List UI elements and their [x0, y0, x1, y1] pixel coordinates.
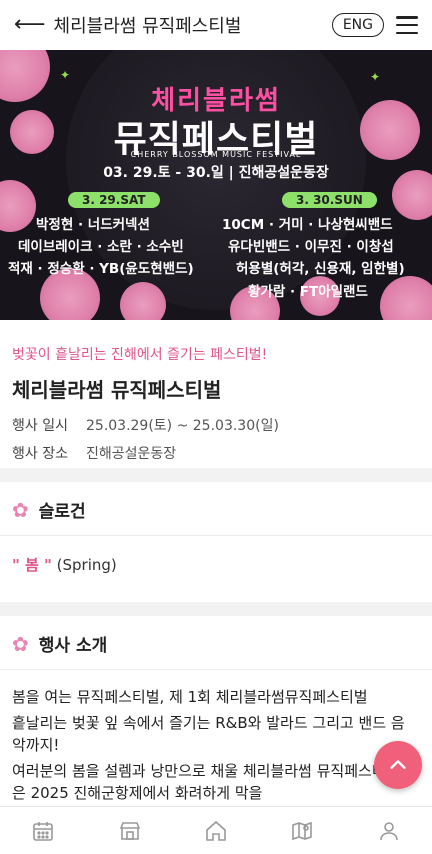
tab-home[interactable]: [196, 811, 236, 851]
slogan-section-header: ✿ 슬로건: [0, 484, 432, 536]
lineup-day2: 황가람 · FT아일랜드: [248, 284, 368, 300]
blossom-decoration: [380, 276, 432, 320]
date-value: 25.03.29(토) ~ 25.03.30(일): [86, 418, 279, 434]
home-icon: [206, 820, 226, 841]
slogan-quote: " 봄 ": [12, 556, 52, 574]
event-date-row: 행사 일시 25.03.29(토) ~ 25.03.30(일): [12, 415, 420, 435]
event-info: 벚꽃이 흩날리는 진해에서 즐기는 페스티벌! 체리블라썸 뮤직페스티벌 행사 …: [0, 320, 432, 463]
slogan-text: " 봄 " (Spring): [12, 554, 117, 575]
hamburger-icon[interactable]: [396, 16, 418, 34]
event-place-row: 행사 장소 진해공설운동장: [12, 443, 420, 463]
lineup-day1: 적재 · 정승환 · YB(윤도현밴드): [8, 261, 194, 277]
arrow-left-icon[interactable]: ⟵: [14, 14, 46, 36]
event-tagline: 벚꽃이 흩날리는 진해에서 즐기는 페스티벌!: [12, 347, 268, 363]
intro-title: 행사 소개: [38, 636, 108, 656]
date-label: 행사 일시: [12, 418, 68, 434]
intro-text: 봄을 여는 뮤직페스티벌, 제 1회 체리블라썸뮤직페스티벌 흩날리는 벚꽃 잎…: [12, 686, 412, 804]
lineup-day2: 허용별(허각, 신용재, 임한별): [236, 261, 405, 277]
blossom-icon: ✿: [12, 631, 29, 656]
day1-label: 3. 29.SAT: [68, 192, 160, 208]
map-icon: [292, 821, 313, 840]
tab-calendar[interactable]: [23, 811, 63, 851]
lineup-day1: 데이브레이크 · 소란 · 소수빈: [18, 239, 184, 255]
tab-profile[interactable]: [369, 811, 409, 851]
bottom-tab-bar: [0, 806, 432, 854]
place-value: 진해공설운동장: [86, 446, 177, 462]
chevron-up-icon: [390, 760, 406, 769]
intro-paragraph: 흩날리는 벚꽃 잎 속에서 즐기는 R&B와 발라드 그리고 밴드 음악까지!: [12, 714, 405, 754]
section-divider: [0, 468, 432, 482]
tab-map[interactable]: [282, 811, 322, 851]
lineup-day2: 유다빈밴드 · 이무진 · 이창섭: [228, 239, 394, 255]
intro-paragraph: 봄을 여는 뮤직페스티벌, 제 1회 체리블라썸뮤직페스티벌: [12, 688, 368, 706]
section-divider: [0, 602, 432, 616]
slogan-title: 슬로건: [38, 502, 86, 522]
lineup-day2: 10CM · 거미 · 나상현씨밴드: [222, 217, 393, 233]
app-header: ⟵ 체리블라썸 뮤직페스티벌 ENG: [0, 0, 432, 50]
scroll-to-top-button[interactable]: [374, 741, 422, 789]
slogan-english: (Spring): [56, 556, 117, 574]
day2-label: 3. 30.SUN: [282, 192, 377, 208]
place-label: 행사 장소: [12, 446, 68, 462]
language-button[interactable]: ENG: [331, 13, 384, 37]
blossom-decoration: [120, 282, 166, 320]
user-icon: [379, 821, 398, 840]
lineup-day1: 박정현 · 너드커넥션: [36, 217, 150, 233]
intro-section-header: ✿ 행사 소개: [0, 618, 432, 670]
intro-paragraph: 여러분의 봄을 설렘과 낭만으로 채울 체리블라썸 뮤직페스티벌은 2025 진…: [12, 762, 400, 802]
page-title: 체리블라썸 뮤직페스티벌: [53, 16, 242, 37]
blossom-icon: ✿: [12, 497, 29, 522]
event-name: 체리블라썸 뮤직페스티벌: [12, 378, 222, 402]
blossom-decoration: [0, 180, 36, 232]
tab-store[interactable]: [110, 811, 150, 851]
store-icon: [119, 821, 140, 840]
festival-poster: ✦ ✦ 체리블라썸 뮤직페스티벌 CHERRY BLOSSOM MUSIC FE…: [0, 50, 432, 320]
poster-subtitle: CHERRY BLOSSOM MUSIC FESTIVAL: [130, 150, 302, 159]
poster-dates: 03. 29.토 - 30.일 | 진해공설운동장: [103, 165, 329, 181]
calendar-icon: [33, 821, 53, 841]
